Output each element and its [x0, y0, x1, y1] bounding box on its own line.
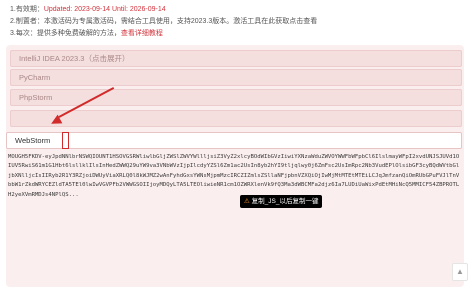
info-line-1-prefix: 1.有效期：	[10, 6, 44, 13]
info-line-2: 2.制置者：本激活码为专属激活码，需结合工具使用，支持2023.3版本。激活工具…	[10, 18, 318, 25]
copy-button-label: 复制_JS_以后复制一键	[251, 198, 319, 205]
product-row-phpstorm[interactable]: PhpStorm	[10, 89, 462, 106]
tutorial-link[interactable]: 查看详细教程	[121, 30, 163, 37]
info-line-3-prefix: 3.每次：提供多种免费破解的方法，	[10, 30, 121, 37]
product-row-webstorm[interactable]: WebStorm	[6, 132, 462, 149]
page: 1.有效期：Updated: 2023-09-14 Until: 2026-09…	[0, 0, 474, 297]
product-row-blank[interactable]	[10, 110, 462, 127]
info-line-1: 1.有效期：Updated: 2023-09-14 Until: 2026-09…	[10, 5, 464, 15]
activation-code-text: MOUGH5FKDV-eyJpdNNlbrNSWQIOUNT1HSOVGSRWl…	[8, 154, 460, 198]
product-row-pycharm[interactable]: PyCharm	[10, 69, 462, 86]
info-line-3: 3.每次：提供多种免费破解的方法，查看详细教程	[10, 29, 464, 39]
scroll-to-top-icon[interactable]: ▲	[452, 263, 468, 281]
product-row-intellij[interactable]: IntelliJ IDEA 2023.3（点击展开）	[10, 50, 462, 67]
info-line-1-value: Updated: 2023-09-14 Until: 2026-09-14	[43, 6, 166, 13]
warning-icon: ⚠	[244, 198, 250, 205]
copy-activation-code-button[interactable]: ⚠ 复制_JS_以后复制一键	[240, 195, 323, 208]
